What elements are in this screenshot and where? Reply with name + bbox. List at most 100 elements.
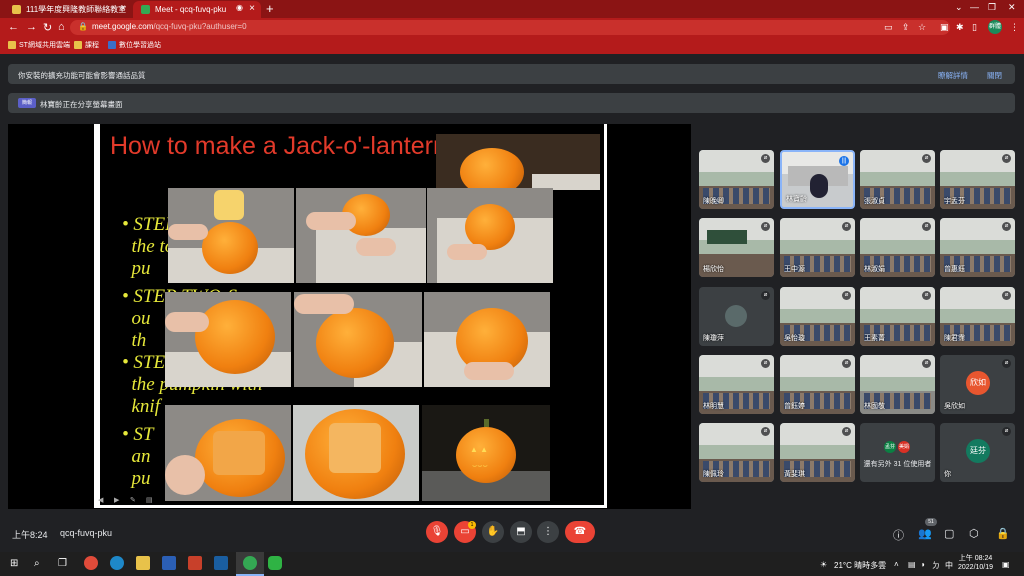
meeting-details-icon[interactable]: ⓘ bbox=[893, 527, 904, 543]
site-icon bbox=[108, 41, 116, 49]
puzzle-icon[interactable]: ✱ bbox=[956, 22, 964, 33]
mic-off-icon: ⌀ bbox=[1002, 359, 1011, 368]
self-tile[interactable]: 廷芬 ⌀ 你 bbox=[940, 423, 1015, 482]
forward-icon[interactable]: → bbox=[26, 21, 37, 33]
participant-tile[interactable]: ⌀ 陳佩玲 bbox=[699, 423, 774, 482]
sidebar-icon[interactable]: ▯ bbox=[972, 22, 977, 33]
word-icon[interactable] bbox=[162, 556, 176, 570]
avatar: 美娟 bbox=[898, 441, 910, 453]
search-icon[interactable]: ⌕ bbox=[34, 558, 40, 569]
slide-nav-prev-icon[interactable]: ◀ bbox=[98, 496, 103, 504]
bookmark-course[interactable]: 課程 bbox=[74, 40, 99, 50]
share-icon[interactable]: ⇪ bbox=[902, 22, 910, 33]
mic-off-icon: ⌀ bbox=[761, 359, 770, 368]
chevron-down-icon[interactable]: ⌄ bbox=[955, 2, 963, 13]
system-clock[interactable]: 上午 08:24 2022/10/19 bbox=[958, 554, 993, 572]
weather-text[interactable]: 21°C 晴時多雲 bbox=[834, 560, 886, 571]
chrome-icon[interactable] bbox=[84, 556, 98, 570]
participant-tile[interactable]: 欣如 ⌀ 吳欣如 bbox=[940, 355, 1015, 414]
restore-icon[interactable]: ❐ bbox=[988, 2, 996, 13]
participant-tile[interactable]: ⌀ 張淑貞 bbox=[860, 150, 935, 209]
participant-tile[interactable]: ||| 林寶齡 bbox=[780, 150, 855, 209]
people-icon[interactable]: 👥 bbox=[918, 527, 932, 540]
extension-icon[interactable]: ▣ bbox=[940, 22, 949, 33]
chrome-active-icon[interactable] bbox=[243, 556, 257, 570]
participant-tile[interactable]: ⌀ 黃斐琪 bbox=[780, 423, 855, 482]
file-explorer-icon[interactable] bbox=[136, 556, 150, 570]
mic-off-icon: ⌀ bbox=[922, 359, 931, 368]
slide-step-text: • ST an pu bbox=[122, 424, 154, 489]
tab-meet[interactable]: Meet - qcq-fuvq-pku ◉ × bbox=[133, 1, 261, 18]
participant-tile[interactable]: ⌀ 陳瓊萍 bbox=[699, 287, 774, 346]
end-call-button[interactable]: ☎ bbox=[565, 521, 595, 543]
more-participants-tile[interactable]: 孟芬 美娟 還有另外 31 位使用者 bbox=[860, 423, 935, 482]
learn-more-link[interactable]: 瞭解詳情 bbox=[938, 70, 968, 81]
pumpkin-photo bbox=[427, 188, 553, 283]
mic-off-icon: ⌀ bbox=[842, 359, 851, 368]
recording-icon: ◉ bbox=[236, 3, 243, 12]
reload-icon[interactable]: ↻ bbox=[43, 21, 52, 34]
profile-avatar[interactable]: 群體 bbox=[988, 20, 1002, 34]
mic-off-icon: ⌀ bbox=[761, 222, 770, 231]
tray-expand-icon[interactable]: ˄ bbox=[894, 560, 899, 569]
mic-off-icon: ⌀ bbox=[922, 291, 931, 300]
participant-tile[interactable]: ⌀ 曾惠鈺 bbox=[940, 218, 1015, 277]
participant-tile[interactable]: ⌀ 王中源 bbox=[780, 218, 855, 277]
bookmark-star-icon[interactable]: ☆ bbox=[918, 22, 926, 33]
new-tab-button[interactable]: + bbox=[266, 1, 274, 16]
participant-tile[interactable]: ⌀ 楊欣怡 bbox=[699, 218, 774, 277]
participant-tile[interactable]: ⌀ 陳晚卿 bbox=[699, 150, 774, 209]
camera-icon[interactable]: ▭ bbox=[884, 22, 893, 33]
ime-language[interactable]: 中 bbox=[945, 560, 953, 571]
tab-classroom[interactable]: 111學年度興隆教師聯絡教室 × bbox=[4, 1, 132, 18]
powerpoint-icon[interactable] bbox=[188, 556, 202, 570]
slide-pen-icon[interactable]: ✎ bbox=[130, 496, 136, 504]
home-icon[interactable]: ⌂ bbox=[58, 21, 65, 33]
speaking-indicator-icon: ||| bbox=[839, 156, 849, 166]
minimize-icon[interactable]: — bbox=[970, 2, 979, 12]
webex-icon[interactable] bbox=[214, 556, 228, 570]
mic-off-icon: ⌀ bbox=[1002, 154, 1011, 163]
back-icon[interactable]: ← bbox=[8, 21, 19, 33]
activities-icon[interactable]: ⬡ bbox=[969, 527, 979, 540]
avatar: 欣如 bbox=[966, 371, 990, 395]
meeting-time: 上午8:24 bbox=[12, 530, 48, 540]
volume-icon[interactable]: ◑ bbox=[920, 560, 925, 569]
mic-off-icon: ⌀ bbox=[842, 222, 851, 231]
edge-icon[interactable] bbox=[110, 556, 124, 570]
participant-tile[interactable]: ⌀ 陳君霈 bbox=[940, 287, 1015, 346]
dismiss-button[interactable]: 關閉 bbox=[987, 70, 1002, 81]
more-options-button[interactable]: ⋮ bbox=[537, 521, 559, 543]
present-button[interactable]: ⬒ bbox=[510, 521, 532, 543]
folder-icon bbox=[74, 41, 82, 49]
close-tab-icon[interactable]: × bbox=[249, 3, 255, 14]
close-window-icon[interactable]: ✕ bbox=[1008, 2, 1016, 13]
participant-tile[interactable]: ⌀ 曾鈺婷 bbox=[780, 355, 855, 414]
host-controls-icon[interactable]: 🔒 bbox=[996, 527, 1010, 540]
mic-toggle-button[interactable]: 🎙 bbox=[426, 521, 448, 543]
avatar: 孟芬 bbox=[884, 441, 896, 453]
slide-menu-icon[interactable]: ▤ bbox=[146, 496, 153, 504]
bookmark-shared-drive[interactable]: ST網域共用雲端 bbox=[8, 40, 70, 50]
close-tab-icon[interactable]: × bbox=[120, 3, 126, 14]
participant-tile[interactable]: ⌀ 林國敬 bbox=[860, 355, 935, 414]
presenting-banner: 簡報 林寶齡正在分享螢幕畫面 bbox=[8, 93, 1015, 113]
pumpkin-photo bbox=[436, 134, 600, 190]
url-bar[interactable]: 🔒 meet.google.com/qcq-fuvq-pku?authuser=… bbox=[70, 20, 950, 35]
participant-tile[interactable]: ⌀ 宇孟芬 bbox=[940, 150, 1015, 209]
ime-icon[interactable]: ㄉ bbox=[932, 560, 940, 571]
notification-icon[interactable]: ▣ bbox=[1002, 560, 1010, 569]
more-icon[interactable]: ⋮ bbox=[1010, 22, 1019, 33]
network-icon[interactable]: ▤ bbox=[908, 560, 916, 569]
task-view-icon[interactable]: ❐ bbox=[58, 558, 67, 569]
participant-tile[interactable]: ⌀ 林淑娟 bbox=[860, 218, 935, 277]
raise-hand-button[interactable]: ✋ bbox=[482, 521, 504, 543]
line-icon[interactable] bbox=[268, 556, 282, 570]
slide-nav-next-icon[interactable]: ▶ bbox=[114, 496, 119, 504]
participant-tile[interactable]: ⌀ 王素菁 bbox=[860, 287, 935, 346]
chat-icon[interactable]: ▢ bbox=[944, 527, 954, 540]
participant-tile[interactable]: ⌀ 林明慧 bbox=[699, 355, 774, 414]
participant-tile[interactable]: ⌀ 吳怡璇 bbox=[780, 287, 855, 346]
bookmark-digital-learning[interactable]: 數位學習過站 bbox=[108, 40, 161, 50]
windows-start-icon[interactable]: ⊞ bbox=[10, 558, 18, 569]
